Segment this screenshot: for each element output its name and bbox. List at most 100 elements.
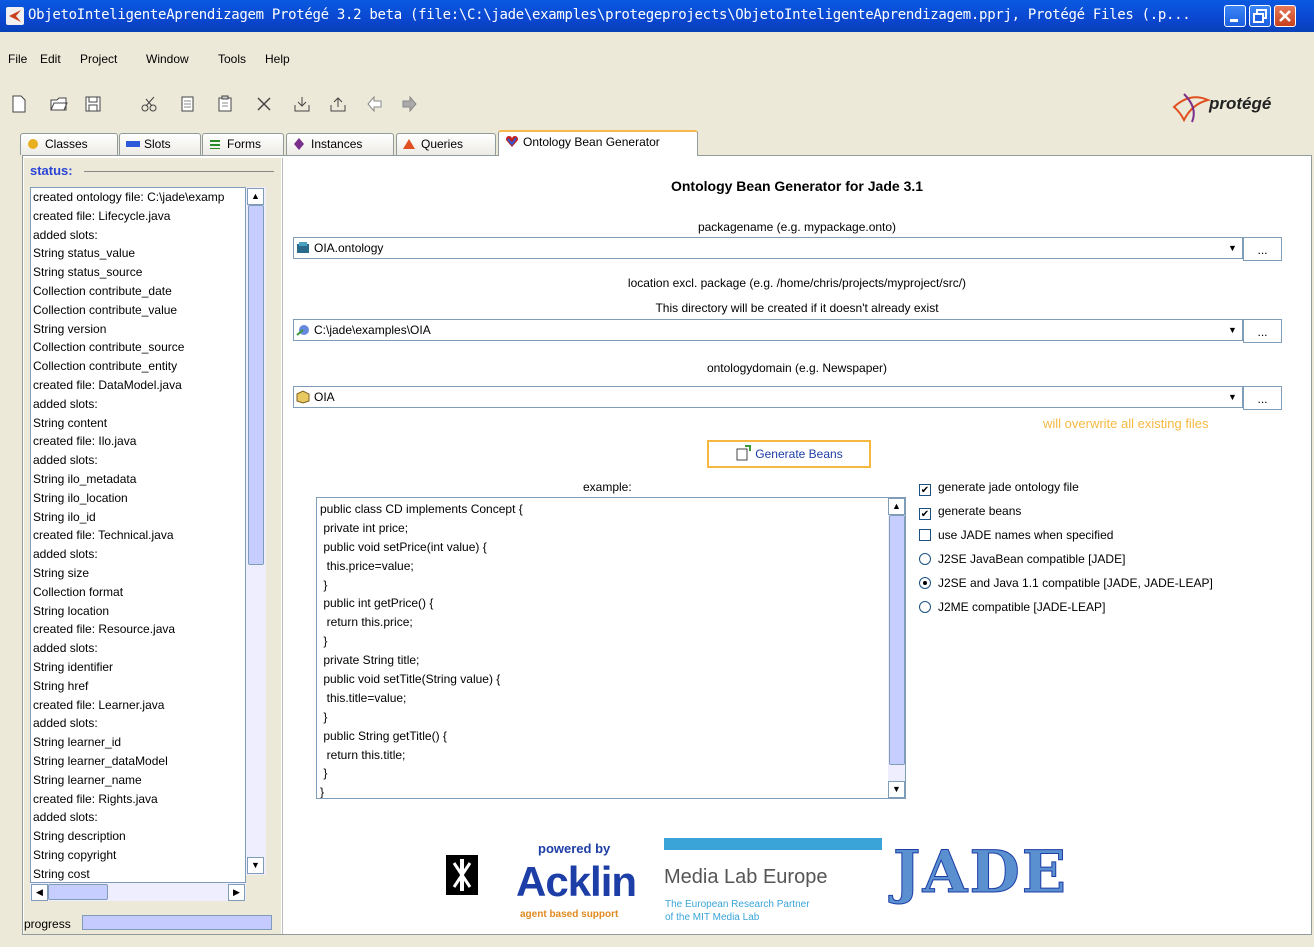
delete-icon[interactable] <box>255 95 273 113</box>
menu-project[interactable]: Project <box>80 52 117 66</box>
close-button[interactable] <box>1274 5 1296 27</box>
tab-queries[interactable]: Queries <box>396 133 496 155</box>
code-vertical-scrollbar[interactable]: ▲ ▼ <box>888 498 905 798</box>
media-lab-subtitle-2: of the MIT Media Lab <box>665 912 760 923</box>
status-log-row: added slots: <box>33 547 98 562</box>
status-vertical-scrollbar[interactable]: ▲ ▼ <box>246 187 266 875</box>
restore-button[interactable] <box>1249 5 1271 27</box>
import-icon[interactable] <box>293 95 311 113</box>
scroll-down-button[interactable]: ▼ <box>247 857 264 874</box>
ontology-bean-icon <box>505 134 518 147</box>
tab-forms[interactable]: Forms <box>202 133 284 155</box>
chevron-down-icon[interactable]: ▼ <box>1224 321 1241 339</box>
code-line: } <box>320 709 328 724</box>
media-lab-bar <box>664 838 882 850</box>
open-folder-icon[interactable] <box>50 95 68 113</box>
scroll-left-button[interactable]: ◀ <box>31 884 48 901</box>
ontology-domain-combo[interactable]: OIA ▼ <box>293 386 1243 408</box>
j2se-javabean-radio[interactable]: J2SE JavaBean compatible [JADE] <box>919 550 1125 568</box>
status-log-row: String status_source <box>33 265 143 280</box>
chevron-down-icon[interactable]: ▼ <box>1224 239 1241 257</box>
domain-icon <box>296 390 310 404</box>
package-icon <box>297 242 309 253</box>
status-log-row: String copyright <box>33 847 117 862</box>
powered-by-label: powered by <box>538 841 611 856</box>
status-log-row: String ilo_id <box>33 509 96 524</box>
instances-icon <box>293 136 305 150</box>
menu-bar: File Edit Project Window Tools Help <box>0 52 1314 74</box>
code-line: public class CD implements Concept { <box>320 502 523 516</box>
domain-browse-button[interactable]: ... <box>1243 386 1282 410</box>
tab-slots[interactable]: Slots <box>119 133 201 155</box>
j2me-radio[interactable]: J2ME compatible [JADE-LEAP] <box>919 598 1105 616</box>
status-log-row: added slots: <box>33 227 98 242</box>
scroll-thumb[interactable] <box>248 205 264 565</box>
checkbox-label: generate beans <box>938 504 1022 518</box>
status-log-row: added slots: <box>33 396 98 411</box>
use-jade-names-checkbox[interactable]: use JADE names when specified <box>919 526 1113 544</box>
checkbox-label: use JADE names when specified <box>938 528 1114 542</box>
status-log-row: created file: Lifecycle.java <box>33 208 171 223</box>
checkbox-box[interactable]: ✔ <box>919 508 931 520</box>
status-log-row: created ontology file: C:\jade\examp <box>33 190 225 204</box>
directory-icon <box>296 325 309 336</box>
menu-window[interactable]: Window <box>146 52 189 66</box>
copy-icon[interactable] <box>178 95 196 113</box>
scroll-thumb[interactable] <box>889 515 905 765</box>
minimize-button[interactable] <box>1224 5 1246 27</box>
export-icon[interactable] <box>329 95 347 113</box>
chevron-down-icon[interactable]: ▼ <box>1224 388 1241 406</box>
scroll-right-button[interactable]: ▶ <box>228 884 245 901</box>
generate-icon <box>736 445 752 461</box>
code-line: public void setPrice(int value) { <box>320 539 487 554</box>
save-icon[interactable] <box>84 95 102 113</box>
redo-icon[interactable] <box>400 95 418 113</box>
location-browse-button[interactable]: ... <box>1243 319 1282 343</box>
scroll-thumb[interactable] <box>48 884 108 900</box>
radio-label: J2ME compatible [JADE-LEAP] <box>938 600 1106 614</box>
gen-ontology-file-checkbox[interactable]: ✔ generate jade ontology file <box>919 478 1079 496</box>
tab-ontology-bean-generator[interactable]: Ontology Bean Generator <box>498 130 698 156</box>
j2se-java11-radio[interactable]: J2SE and Java 1.1 compatible [JADE, JADE… <box>919 574 1213 592</box>
overwrite-warning: will overwrite all existing files <box>1043 416 1209 431</box>
undo-icon[interactable] <box>366 95 384 113</box>
status-log-list[interactable]: created ontology file: C:\jade\examp cre… <box>30 187 246 883</box>
new-file-icon[interactable] <box>10 95 28 113</box>
status-log-row: String learner_name <box>33 772 142 787</box>
package-browse-button[interactable]: ... <box>1243 237 1282 261</box>
checkbox-box[interactable] <box>919 529 931 541</box>
generate-beans-button[interactable]: Generate Beans <box>707 440 871 468</box>
status-log-row: String ilo_metadata <box>33 471 137 486</box>
paste-icon[interactable] <box>216 95 234 113</box>
tab-classes[interactable]: Classes <box>20 133 118 155</box>
tab-instances[interactable]: Instances <box>286 133 394 155</box>
checkbox-box[interactable]: ✔ <box>919 484 931 496</box>
scroll-down-button[interactable]: ▼ <box>888 781 905 798</box>
code-line: return this.price; <box>320 615 413 630</box>
status-horizontal-scrollbar[interactable]: ◀ ▶ <box>30 883 246 901</box>
menu-edit[interactable]: Edit <box>40 52 61 66</box>
tab-label: Instances <box>311 137 363 151</box>
radio-button[interactable] <box>919 577 931 589</box>
title-bar: ObjetoInteligenteAprendizagem Protégé 3.… <box>0 0 1314 32</box>
gen-beans-checkbox[interactable]: ✔ generate beans <box>919 502 1021 520</box>
generator-heading: Ontology Bean Generator for Jade 3.1 <box>670 178 924 194</box>
radio-button[interactable] <box>919 553 931 565</box>
tab-label: Forms <box>227 137 261 151</box>
code-line: } <box>320 634 328 649</box>
example-code-area[interactable]: public class CD implements Concept { pri… <box>316 497 906 799</box>
package-name-combo[interactable]: OIA.ontology ▼ <box>293 237 1243 259</box>
scroll-up-button[interactable]: ▲ <box>888 498 905 515</box>
cut-icon[interactable] <box>140 95 158 113</box>
menu-help[interactable]: Help <box>265 52 290 66</box>
code-line: } <box>320 766 328 781</box>
jade-logo: JADE <box>893 838 1068 907</box>
example-label: example: <box>583 480 632 494</box>
protege-window: ObjetoInteligenteAprendizagem Protégé 3.… <box>0 0 1314 947</box>
domain-caption: ontologydomain (e.g. Newspaper) <box>706 361 888 375</box>
scroll-up-button[interactable]: ▲ <box>247 188 264 205</box>
location-combo[interactable]: C:\jade\examples\OIA ▼ <box>293 319 1243 341</box>
menu-tools[interactable]: Tools <box>218 52 246 66</box>
radio-button[interactable] <box>919 601 931 613</box>
menu-file[interactable]: File <box>8 52 27 66</box>
